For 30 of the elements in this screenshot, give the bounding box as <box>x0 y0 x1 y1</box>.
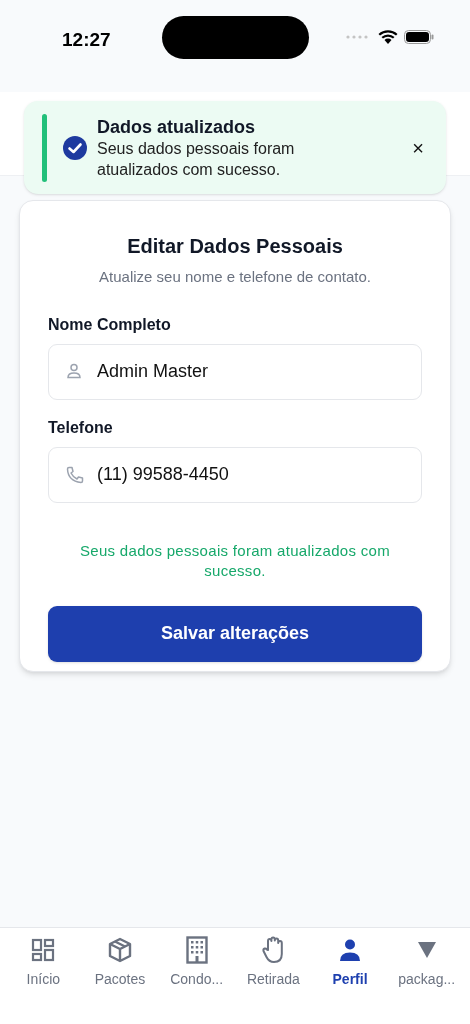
status-time: 12:27 <box>62 28 111 52</box>
tab-bar-item[interactable]: Início <box>5 935 82 990</box>
tab-bar-item[interactable]: Retirada <box>235 935 312 990</box>
grid-icon <box>31 938 56 962</box>
field-label: Telefone <box>48 417 114 438</box>
toast-title: Dados atualizados <box>97 115 257 138</box>
person-icon <box>338 938 362 962</box>
tab-bar-item[interactable]: packag... <box>388 935 466 990</box>
success-message: Seus dados pessoais foram atualizados com sucesso. <box>79 540 391 581</box>
input-field[interactable]: Admin Master <box>48 343 422 400</box>
check-circle-icon <box>63 135 87 160</box>
save-button[interactable]: Salvar alterações <box>48 605 422 662</box>
tab-bar-item[interactable]: Pacotes <box>81 935 159 990</box>
box-icon <box>107 937 133 963</box>
triangle-icon <box>417 942 436 958</box>
phone-icon <box>65 464 85 485</box>
battery-icon <box>404 29 434 44</box>
tab-bar-item[interactable]: Condo... <box>158 935 235 990</box>
hand-icon <box>261 936 286 964</box>
form-subtitle: Atualize seu nome e telefone de contato. <box>98 267 372 287</box>
accent-bar <box>42 113 47 182</box>
building-icon <box>185 936 208 964</box>
input-field[interactable]: (11) 99588-4450 <box>48 446 422 503</box>
form-title: Editar Dados Pessoais <box>126 234 344 259</box>
wifi-icon <box>378 29 398 44</box>
toast-message: Seus dados pessoais foram atualizados com sucesso. <box>97 138 296 180</box>
field-label: Nome Completo <box>48 314 172 335</box>
person-icon <box>65 361 83 380</box>
tab-bar-item[interactable]: Perfil <box>311 935 389 990</box>
close-button[interactable]: × <box>412 137 424 158</box>
